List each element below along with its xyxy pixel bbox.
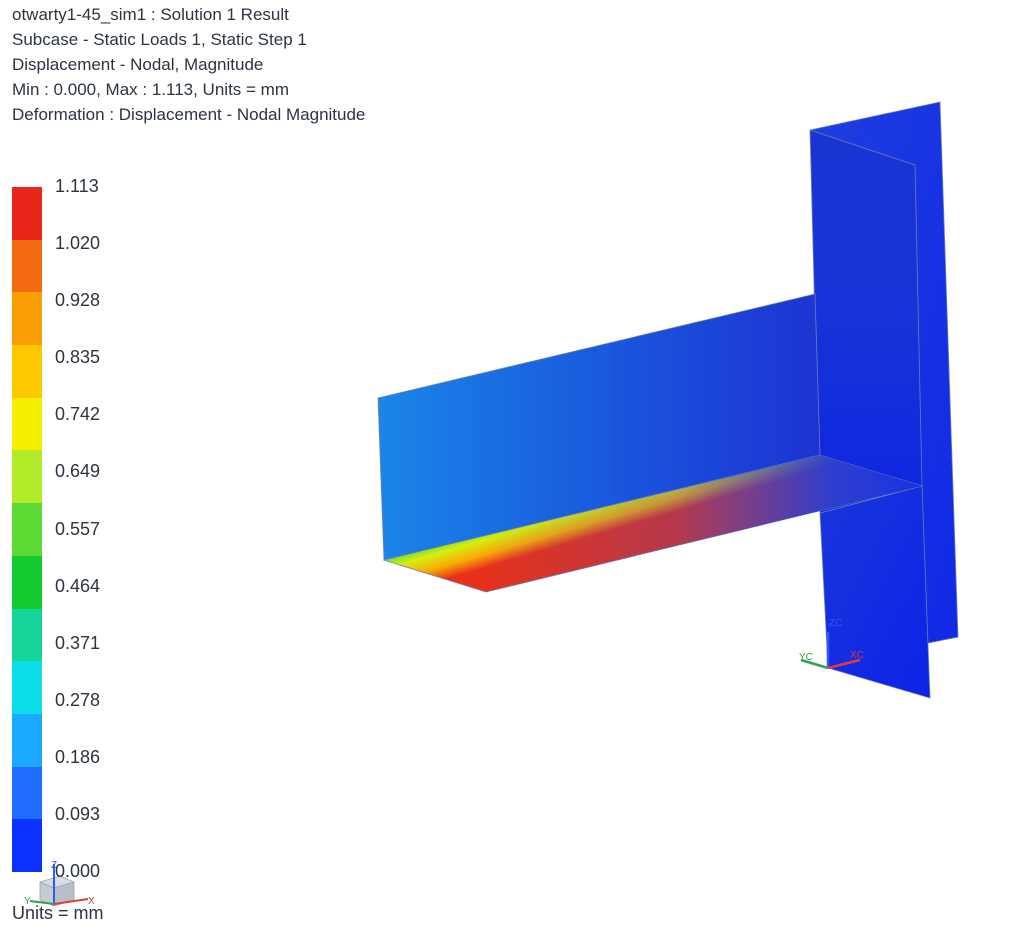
legend-band: [12, 345, 42, 398]
front-plate-face: [809, 129, 923, 514]
legend-band: [12, 292, 42, 346]
legend-band: [12, 713, 42, 767]
legend-band: [12, 503, 42, 556]
legend-tick-label: 0.186: [55, 746, 101, 767]
legend-tick-label: 0.093: [55, 803, 101, 824]
legend-band: [12, 397, 42, 451]
legend-tick-label: 0.928: [55, 290, 101, 311]
legend-tick-label: 0.742: [55, 404, 101, 425]
legend-band: [12, 187, 42, 240]
legend-band: [12, 819, 42, 872]
xc-label: XC: [850, 650, 864, 661]
legend-tick-label: 0.000: [55, 861, 101, 881]
legend-tick-label: 0.557: [55, 518, 101, 539]
legend-color-bar: [12, 187, 42, 872]
legend-tick-label: 0.371: [55, 632, 101, 653]
legend-band: [12, 239, 42, 293]
legend-units: Units = mm: [12, 903, 104, 923]
legend-tick-label: 0.649: [55, 461, 101, 482]
legend-tick-label: 0.278: [55, 689, 101, 710]
legend-band: [12, 661, 42, 714]
zc-label: ZC: [829, 618, 842, 629]
graphics-viewport[interactable]: ZC YC XC Z X Y: [0, 0, 1024, 940]
legend-tick-label: 1.113: [55, 176, 99, 196]
legend-tick-label: 1.020: [55, 233, 101, 254]
legend-band: [12, 450, 42, 504]
legend-band: [12, 555, 42, 609]
legend-band: [12, 608, 42, 662]
legend-tick-label: 0.835: [55, 347, 101, 368]
yc-label: YC: [799, 652, 813, 663]
legend-band: [12, 766, 42, 820]
legend-tick-label: 0.464: [55, 575, 101, 596]
